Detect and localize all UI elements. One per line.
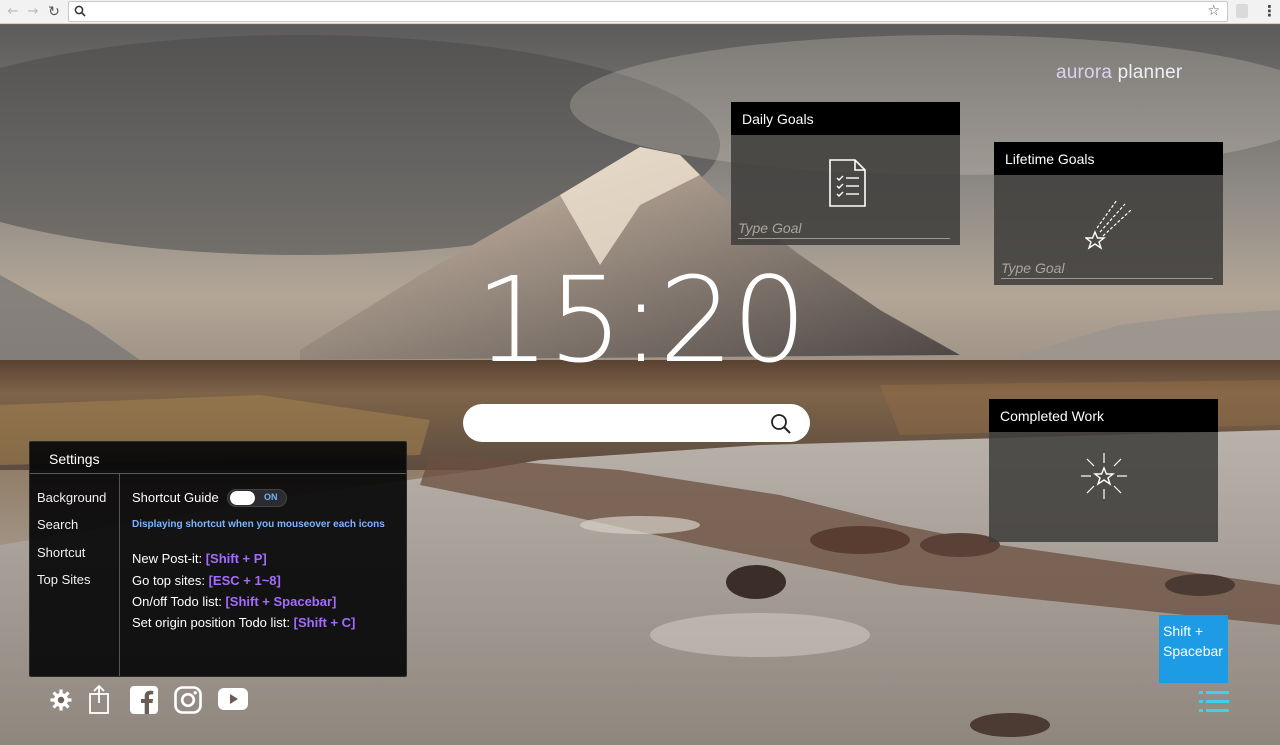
share-icon[interactable] xyxy=(87,685,111,715)
daily-goal-input[interactable] xyxy=(738,217,950,239)
checklist-document-icon xyxy=(829,159,866,207)
facebook-icon[interactable] xyxy=(130,686,158,714)
daily-goals-title: Daily Goals xyxy=(731,102,960,135)
lifetime-goals-title: Lifetime Goals xyxy=(994,142,1223,175)
shortcut-key: [Shift + Spacebar] xyxy=(225,594,337,609)
shortcut-line-2: Spacebar xyxy=(1163,643,1223,659)
shortcut-settings: Shortcut Guide ON Displaying shortcut wh… xyxy=(132,489,398,630)
settings-nav-search[interactable]: Search xyxy=(37,517,78,532)
settings-nav-top-sites[interactable]: Top Sites xyxy=(37,572,90,587)
lifetime-goals-card: Lifetime Goals xyxy=(994,142,1223,285)
shortcut-label: New Post-it: xyxy=(132,551,206,566)
toggle-knob xyxy=(230,491,255,505)
shortcut-guide-toggle[interactable]: ON xyxy=(227,489,287,507)
todo-list-shortcut-badge[interactable]: Shift + Spacebar xyxy=(1159,615,1228,683)
shortcut-guide-label: Shortcut Guide xyxy=(132,490,219,505)
instagram-icon[interactable] xyxy=(174,686,202,714)
address-bar[interactable]: ☆ xyxy=(68,1,1228,22)
settings-nav-background[interactable]: Background xyxy=(37,490,106,505)
extension-icon[interactable] xyxy=(1236,4,1248,18)
bookmark-star-icon[interactable]: ☆ xyxy=(1207,2,1220,21)
toggle-state: ON xyxy=(264,492,278,502)
clock: 15:20 xyxy=(474,251,807,389)
shortcut-label: Set origin position Todo list: xyxy=(132,615,294,630)
settings-title: Settings xyxy=(49,451,100,467)
search-icon xyxy=(74,5,86,17)
completed-work-title: Completed Work xyxy=(989,399,1218,432)
shortcut-row: On/off Todo list: [Shift + Spacebar] xyxy=(132,594,336,609)
shortcut-label: On/off Todo list: xyxy=(132,594,226,609)
shortcut-label: Go top sites: xyxy=(132,573,209,588)
settings-nav-shortcut[interactable]: Shortcut xyxy=(37,545,85,560)
todo-list-icon[interactable] xyxy=(1199,690,1229,714)
lifetime-goal-input[interactable] xyxy=(1001,257,1213,279)
browser-toolbar: ← → ↻ ☆ ⋮ xyxy=(0,0,1280,24)
brand-part-planner: planner xyxy=(1112,62,1183,83)
shortcut-row: Go top sites: [ESC + 1~8] xyxy=(132,573,281,588)
youtube-icon[interactable] xyxy=(218,688,248,710)
brand-part-aurora: aurora xyxy=(1056,62,1113,83)
settings-panel: Settings Background Search Shortcut Top … xyxy=(29,441,407,677)
daily-goals-card: Daily Goals xyxy=(731,102,960,245)
settings-nav: Background Search Shortcut Top Sites xyxy=(30,474,120,676)
back-button[interactable]: ← xyxy=(4,3,22,21)
shortcut-key: [ESC + 1~8] xyxy=(208,573,281,588)
shortcut-row: New Post-it: [Shift + P] xyxy=(132,551,267,566)
completed-work-card: Completed Work xyxy=(989,399,1218,542)
shortcut-key: [Shift + C] xyxy=(293,615,356,630)
reload-button[interactable]: ↻ xyxy=(45,3,63,21)
search-input[interactable] xyxy=(479,412,759,434)
search-icon[interactable] xyxy=(770,413,792,435)
shortcut-hint: Displaying shortcut when you mouseover e… xyxy=(132,519,385,530)
shooting-star-icon xyxy=(1085,199,1132,250)
shortcut-row: Set origin position Todo list: [Shift + … xyxy=(132,615,355,630)
browser-menu-button[interactable]: ⋮ xyxy=(1262,2,1277,20)
firework-star-icon xyxy=(1081,453,1127,499)
forward-button[interactable]: → xyxy=(24,3,42,21)
shortcut-key: [Shift + P] xyxy=(205,551,267,566)
brand-logo: aurora planner xyxy=(1056,62,1182,84)
shortcut-line-1: Shift + xyxy=(1163,623,1204,639)
search-box[interactable] xyxy=(463,404,810,442)
gear-icon[interactable] xyxy=(49,688,73,712)
